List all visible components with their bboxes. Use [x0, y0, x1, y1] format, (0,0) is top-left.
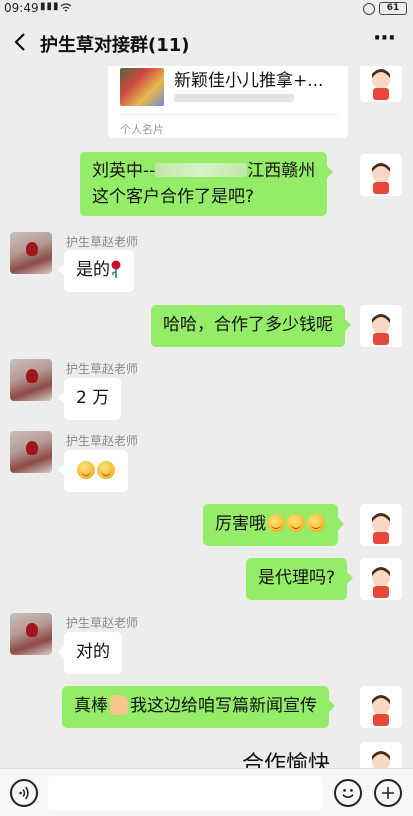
status-time: 09:49 [4, 1, 39, 15]
thumbs-up-emoji [110, 695, 128, 715]
message-text: 我这边给咱写篇新闻宣传 [130, 696, 317, 716]
message-text: 厉害哦 [215, 514, 266, 534]
message-text: 江西赣州 [247, 161, 316, 181]
my-avatar[interactable] [360, 154, 402, 196]
sender-name: 护生草赵老师 [66, 434, 139, 448]
message-bubble-outgoing[interactable]: 是代理吗? [246, 558, 354, 600]
my-avatar[interactable] [360, 686, 402, 728]
message-bubble-incoming[interactable]: 是的 [58, 250, 134, 292]
contact-card-blurred-line [174, 94, 294, 102]
wifi-icon [60, 3, 72, 12]
smirk-emoji [287, 514, 305, 532]
sender-avatar[interactable] [10, 613, 52, 655]
message-sticker-text[interactable]: 合作愉快 [242, 746, 330, 768]
plus-icon[interactable] [374, 779, 402, 807]
emoji-icon[interactable] [334, 779, 362, 807]
signal-icon: ▮▮▮ [40, 1, 60, 12]
message-text: 对的 [76, 642, 110, 662]
message-text: 是的 [76, 260, 110, 280]
my-avatar[interactable] [360, 742, 402, 768]
sender-avatar[interactable] [10, 359, 52, 401]
sender-name: 护生草赵老师 [66, 235, 139, 249]
battery-icon: 61 [379, 2, 407, 15]
message-text: 刘英中-- [92, 161, 156, 181]
chat-title: 护生草对接群(11) [40, 35, 190, 56]
message-bubble-incoming[interactable]: 对的 [58, 632, 122, 674]
sender-avatar[interactable] [10, 431, 52, 473]
message-bubble-outgoing[interactable]: 刘英中-- 江西赣州 这个客户合作了是吧? [80, 152, 334, 216]
chat-header: 护生草对接群(11) ··· [0, 18, 413, 66]
sender-avatar[interactable] [10, 232, 52, 274]
message-bubble-outgoing[interactable]: 哈哈，合作了多少钱呢 [151, 305, 351, 347]
smirk-emoji [307, 514, 325, 532]
contact-card-name: 新颖佳小儿推拿+... [174, 71, 324, 91]
smirk-emoji [267, 514, 285, 532]
message-bubble-outgoing[interactable]: 厉害哦 [203, 504, 344, 546]
message-text: 哈哈，合作了多少钱呢 [163, 315, 333, 335]
my-avatar[interactable] [360, 66, 402, 102]
message-text: 是代理吗? [258, 568, 336, 588]
message-text: 真棒 [74, 696, 108, 716]
back-icon[interactable] [10, 30, 32, 54]
contact-card-type: 个人名片 [120, 123, 164, 136]
status-bar: 09:49 ▮▮▮ 61 [0, 0, 413, 18]
contact-card-thumbnail [120, 68, 164, 106]
voice-icon[interactable] [10, 779, 38, 807]
redacted-text [155, 163, 248, 177]
my-avatar[interactable] [360, 305, 402, 347]
contact-card[interactable]: 新颖佳小儿推拿+... 个人名片 [108, 66, 348, 138]
rose-emoji [111, 260, 121, 278]
message-text: 2 万 [76, 388, 110, 408]
message-text: 这个客户合作了是吧? [92, 187, 255, 207]
rotation-lock-icon [363, 3, 375, 15]
message-bubble-incoming[interactable] [58, 450, 128, 492]
smile-emoji [77, 461, 95, 479]
more-icon[interactable]: ··· [370, 28, 398, 54]
message-bubble-outgoing[interactable]: 真棒 我这边给咱写篇新闻宣传 [62, 686, 335, 728]
my-avatar[interactable] [360, 504, 402, 546]
input-bar [0, 768, 413, 816]
message-input[interactable] [48, 776, 322, 810]
message-list[interactable]: 新颖佳小儿推拿+... 个人名片 刘英中-- 江西赣州 这个客户合作了是吧? 护生… [0, 66, 413, 768]
sender-name: 护生草赵老师 [66, 616, 139, 630]
sender-name: 护生草赵老师 [66, 362, 139, 376]
contact-card-divider [120, 114, 338, 115]
my-avatar[interactable] [360, 558, 402, 600]
smile-emoji [97, 461, 115, 479]
message-bubble-incoming[interactable]: 2 万 [57, 378, 122, 420]
